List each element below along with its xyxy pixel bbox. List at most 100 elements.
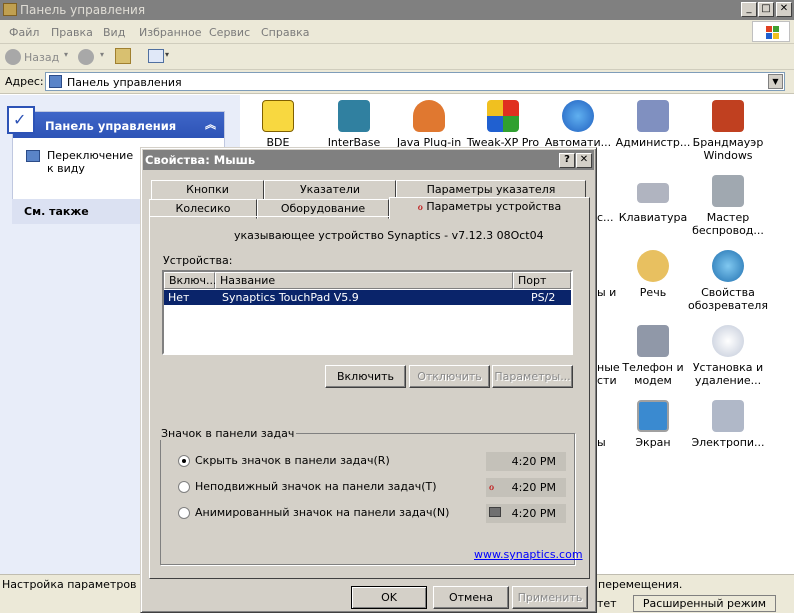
tab-pointers-label: Указатели — [299, 183, 361, 196]
row-enabled: Нет — [168, 291, 190, 304]
switch-view-link[interactable]: Переключение к виду категорий — [47, 149, 141, 175]
display-icon — [637, 400, 669, 432]
menu-favorites[interactable]: Избранное — [139, 26, 201, 39]
java-cup-icon — [413, 100, 445, 132]
address-field[interactable]: Панель управления ▼ — [45, 72, 785, 91]
toolbar: Назад ▾ ▾ ▾ — [0, 44, 794, 70]
tab-buttons[interactable]: Кнопки — [151, 180, 264, 200]
device-caption: указывающее устройство Synaptics - v7.12… — [234, 229, 544, 242]
display-label: Экран — [635, 436, 671, 449]
tab-device-settings[interactable]: ℴ Параметры устройства — [389, 197, 590, 219]
parameters-button[interactable]: Параметры... — [492, 365, 573, 388]
phone-modem-icon-item[interactable]: Телефон и модем — [613, 325, 693, 387]
interbase-icon-item[interactable]: InterBase — [314, 100, 394, 149]
see-also-label: См. также — [24, 205, 89, 218]
collapse-icon[interactable]: ︽ — [205, 116, 216, 132]
dialog-close-button[interactable]: ✕ — [576, 153, 592, 168]
views-icon[interactable] — [148, 49, 164, 63]
back-button-label[interactable]: Назад — [24, 51, 59, 64]
forward-dropdown-icon[interactable]: ▾ — [100, 50, 104, 59]
address-label: Адрес: — [5, 75, 44, 88]
synaptics-link[interactable]: www.synaptics.com — [474, 548, 583, 561]
enable-button[interactable]: Включить — [325, 365, 406, 388]
extended-mode-button[interactable]: Расширенный режим — [633, 595, 776, 612]
ok-button[interactable]: OK — [351, 586, 427, 609]
admin-label: Администр... — [615, 136, 691, 149]
back-icon[interactable] — [5, 49, 21, 65]
radio-static-icon[interactable] — [178, 481, 190, 493]
maximize-button[interactable]: □ — [758, 2, 774, 17]
wireless-icon-item[interactable]: Мастер беспровод... — [688, 175, 768, 237]
add-remove-label: Установка и удаление... — [692, 361, 764, 387]
tab-pointers[interactable]: Указатели — [264, 180, 396, 200]
speech-icon-item[interactable]: Речь — [613, 250, 693, 299]
devices-list[interactable]: Включ... Название Порт Нет Synaptics Tou… — [162, 270, 573, 355]
keyboard-icon-item[interactable]: Клавиатура — [613, 175, 693, 224]
help-button[interactable]: ? — [559, 153, 575, 168]
option-animated-label[interactable]: Анимированный значок на панели задач(N) — [195, 506, 449, 519]
column-name[interactable]: Название — [215, 272, 513, 289]
bde-icon-item[interactable]: BDE — [238, 100, 318, 149]
window-title: Панель управления — [20, 3, 146, 17]
tab-device-settings-label: Параметры устройства — [426, 200, 562, 213]
option-static-label[interactable]: Неподвижный значок на панели задач(T) — [195, 480, 437, 493]
menu-tools[interactable]: Сервис — [209, 26, 250, 39]
synaptics-icon: ℴ — [417, 200, 423, 213]
column-enabled[interactable]: Включ... — [164, 272, 216, 289]
folder-up-icon[interactable] — [115, 48, 131, 64]
tweakxp-icon-item[interactable]: Tweak-XP Pro — [463, 100, 543, 149]
cancel-button[interactable]: Отмена — [433, 586, 509, 609]
partial-label: ы и — [597, 286, 617, 299]
radio-hide-icon[interactable] — [178, 455, 190, 467]
firewall-icon — [712, 100, 744, 132]
keyboard-icon — [637, 183, 669, 203]
partial-label: с... — [597, 211, 614, 224]
apply-button[interactable]: Применить — [512, 586, 588, 609]
disable-button[interactable]: Отключить — [409, 365, 490, 388]
power-icon-item[interactable]: Электропи... — [688, 400, 768, 449]
extended-mode-label: Расширенный режим — [642, 597, 767, 610]
java-icon-item[interactable]: Java Plug-in — [389, 100, 469, 149]
dialog-title: Свойства: Мышь — [145, 153, 256, 167]
control-panel-title: Панель управления — [45, 119, 177, 133]
column-port[interactable]: Порт — [513, 272, 571, 289]
internet-options-icon — [712, 250, 744, 282]
keyboard-label: Клавиатура — [618, 211, 688, 224]
menu-view[interactable]: Вид — [103, 26, 125, 39]
phone-modem-label: Телефон и модем — [622, 361, 684, 387]
windows-logo-icon — [752, 21, 790, 42]
add-remove-icon-item[interactable]: Установка и удаление... — [688, 325, 768, 387]
touchpad-tray-icon — [489, 507, 501, 517]
option-hide-label[interactable]: Скрыть значок в панели задач(R) — [195, 454, 390, 467]
minimize-button[interactable]: _ — [741, 2, 757, 17]
row-port: PS/2 — [531, 291, 556, 304]
internet-options-icon-item[interactable]: Свойства обозревателя — [688, 250, 768, 312]
table-row[interactable]: Нет Synaptics TouchPad V5.9 PS/2 — [164, 290, 571, 305]
control-panel-header[interactable]: ✓ Панель управления ︽ — [7, 106, 224, 138]
switch-view-icon — [26, 150, 40, 162]
firewall-icon-item[interactable]: Брандмауэр Windows — [688, 100, 768, 162]
back-dropdown-icon[interactable]: ▾ — [64, 50, 68, 59]
folder-icon — [3, 3, 17, 16]
interbase-icon — [338, 100, 370, 132]
bde-icon — [262, 100, 294, 132]
menu-edit[interactable]: Правка — [51, 26, 93, 39]
close-button[interactable]: ✕ — [776, 2, 792, 17]
radio-animated-icon[interactable] — [178, 507, 190, 519]
views-dropdown-icon[interactable]: ▾ — [165, 50, 169, 59]
address-dropdown-icon[interactable]: ▼ — [768, 74, 783, 89]
row-name: Synaptics TouchPad V5.9 — [222, 291, 359, 304]
admin-icon-item[interactable]: Администр... — [613, 100, 693, 149]
menu-file[interactable]: Файл — [9, 26, 39, 39]
tweakxp-icon — [487, 100, 519, 132]
address-bar: Адрес: Панель управления ▼ — [0, 70, 794, 94]
devices-label: Устройства: — [163, 254, 233, 267]
menu-help[interactable]: Справка — [261, 26, 309, 39]
internet-options-label: Свойства обозревателя — [688, 286, 768, 312]
display-icon-item[interactable]: Экран — [613, 400, 693, 449]
speech-icon — [637, 250, 669, 282]
tab-buttons-label: Кнопки — [186, 183, 229, 196]
globe-update-icon — [562, 100, 594, 132]
forward-icon[interactable] — [78, 49, 94, 65]
add-remove-programs-icon — [712, 325, 744, 357]
